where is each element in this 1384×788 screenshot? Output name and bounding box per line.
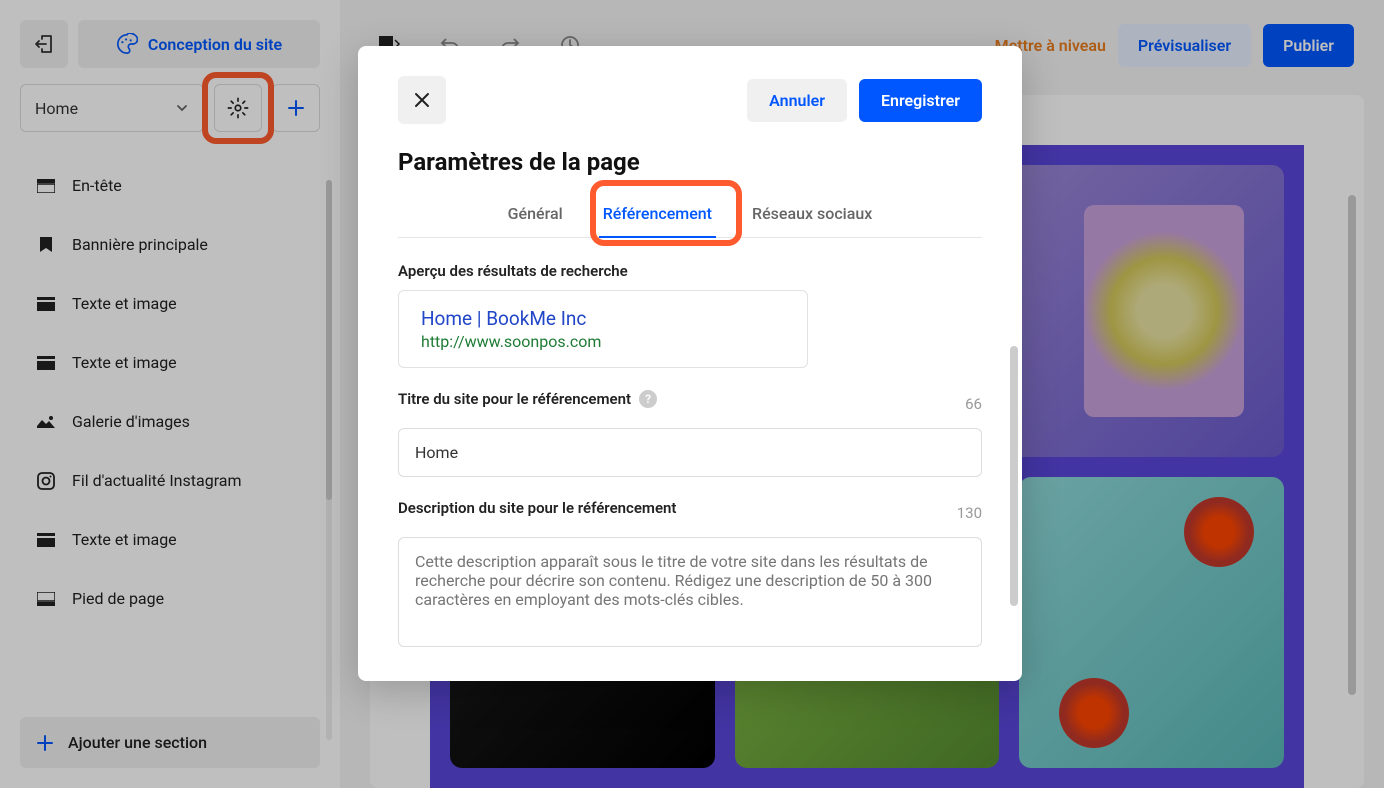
save-button[interactable]: Enregistrer — [859, 79, 982, 122]
tab-social[interactable]: Réseaux sociaux — [748, 194, 876, 237]
seo-title-label: Titre du site pour le référencement ? — [398, 390, 657, 408]
seo-description-input[interactable] — [398, 537, 982, 647]
search-preview-label: Aperçu des résultats de recherche — [398, 262, 982, 280]
help-icon[interactable]: ? — [639, 390, 657, 408]
search-preview-title: Home | BookMe Inc — [421, 307, 785, 330]
search-preview-box: Home | BookMe Inc http://www.soonpos.com — [398, 290, 808, 368]
modal-title: Paramètres de la page — [398, 148, 982, 176]
cancel-button[interactable]: Annuler — [747, 79, 847, 122]
seo-title-counter: 66 — [965, 395, 982, 413]
page-settings-modal: Annuler Enregistrer Paramètres de la pag… — [358, 46, 1022, 681]
tab-seo[interactable]: Référencement — [599, 194, 716, 237]
modal-tabs: Général Référencement Réseaux sociaux — [398, 194, 982, 238]
tab-general[interactable]: Général — [504, 194, 567, 237]
seo-title-input[interactable] — [398, 428, 982, 477]
modal-scrollbar[interactable] — [1010, 346, 1018, 606]
close-button[interactable] — [398, 76, 446, 124]
seo-description-counter: 130 — [957, 504, 982, 522]
close-icon — [414, 92, 430, 108]
search-preview-url: http://www.soonpos.com — [421, 332, 785, 351]
seo-description-label: Description du site pour le référencemen… — [398, 499, 676, 517]
